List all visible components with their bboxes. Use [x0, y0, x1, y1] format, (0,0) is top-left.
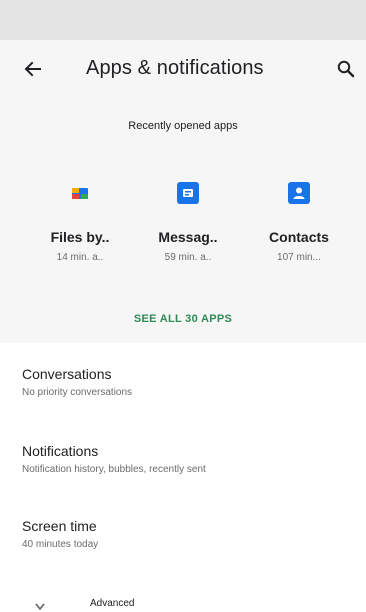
setting-title: Notifications: [22, 443, 99, 459]
back-arrow-icon: [24, 61, 41, 77]
back-button[interactable]: [20, 56, 46, 82]
recent-apps-heading: Recently opened apps: [128, 120, 238, 132]
search-button[interactable]: [333, 56, 359, 82]
recent-app-name: Files by..: [50, 229, 110, 245]
files-app-icon: [69, 182, 91, 204]
setting-notifications[interactable]: Notifications Notification history, bubb…: [22, 443, 352, 475]
setting-summary: Notification history, bubbles, recently …: [22, 464, 206, 475]
setting-summary: 40 minutes today: [22, 539, 99, 550]
search-icon: [337, 60, 355, 78]
see-all-apps-button[interactable]: SEE ALL 30 APPS: [0, 313, 366, 325]
setting-title: Conversations: [22, 366, 112, 382]
setting-title: Screen time: [22, 518, 97, 534]
advanced-item[interactable]: Advanced: [22, 590, 352, 612]
status-bar: [0, 0, 366, 40]
recent-app-time: 59 min. a..: [164, 252, 212, 263]
recent-app-name: Contacts: [269, 229, 329, 245]
recent-app-time: 14 min. a..: [56, 252, 104, 263]
page-title: Apps & notifications: [86, 57, 264, 79]
setting-screen-time[interactable]: Screen time 40 minutes today: [22, 518, 352, 550]
chevron-down-icon: [34, 600, 46, 612]
app-bar: Apps & notifications: [0, 40, 366, 98]
advanced-label: Advanced: [90, 598, 135, 609]
contacts-app-icon: [288, 182, 310, 204]
messages-app-icon: [177, 182, 199, 204]
setting-summary: No priority conversations: [22, 387, 133, 398]
recent-apps-panel: Recently opened apps Files by.. 14 min. …: [0, 98, 366, 343]
recent-app-time: 107 min...: [277, 252, 321, 263]
recent-app-name: Messag..: [158, 229, 218, 245]
setting-conversations[interactable]: Conversations No priority conversations: [22, 366, 352, 398]
